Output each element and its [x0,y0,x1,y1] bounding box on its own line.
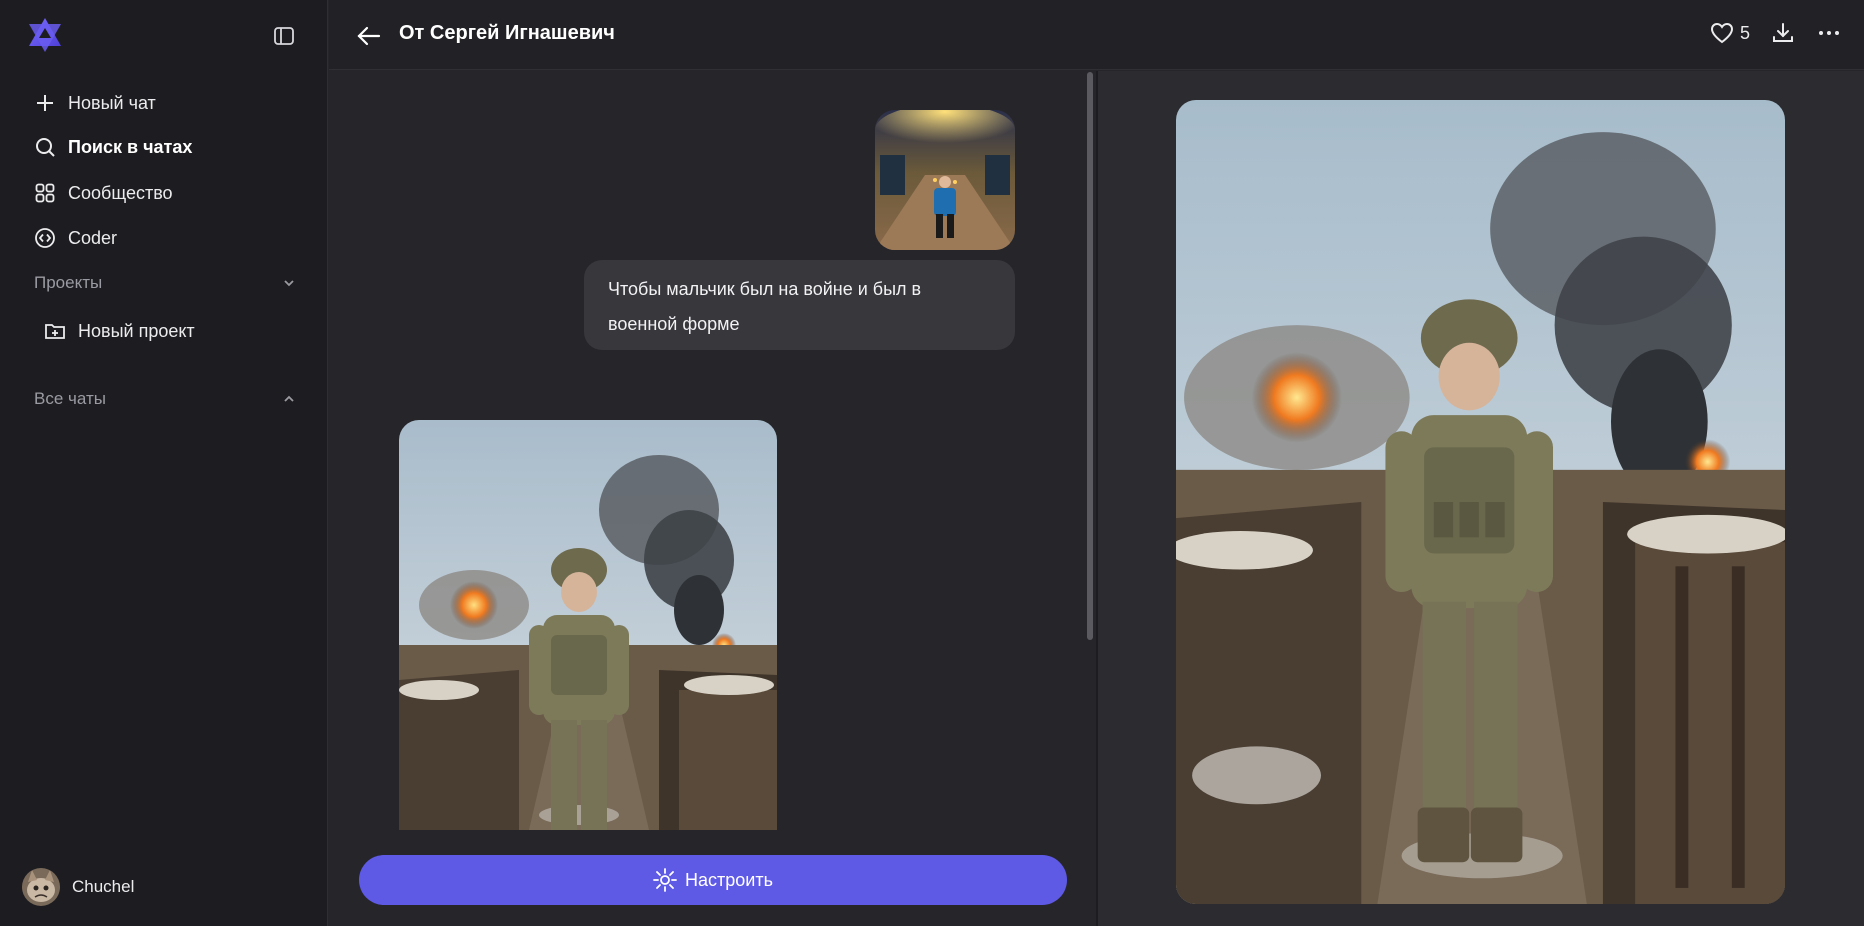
page-title: От Сергей Игнашевич [399,22,615,44]
generated-image-thumbnail[interactable] [399,420,777,830]
top-header: От Сергей Игнашевич 5 [329,0,1864,70]
plus-icon [34,92,56,114]
chevron-down-icon [282,276,296,290]
sidebar: Новый чат Поиск в чатах Сообщество Coder… [0,0,328,926]
message-text: Чтобы мальчик был на войне и был в военн… [608,279,922,334]
heart-icon [1710,22,1734,44]
code-icon [34,227,56,249]
header-actions: 5 [1710,20,1842,46]
new-project-label: Новый проект [78,320,195,341]
all-chats-section-toggle[interactable]: Все чаты [34,384,296,414]
user-name: Chuchel [72,877,135,896]
sidebar-item-community[interactable]: Сообщество [22,174,312,212]
sidebar-item-label: Поиск в чатах [68,136,193,157]
avatar [22,868,60,906]
new-project-button[interactable]: Новый проект [32,312,312,350]
user-profile[interactable]: Chuchel [22,866,134,908]
user-uploaded-image[interactable] [875,110,1015,250]
download-icon[interactable] [1770,20,1796,46]
customize-button-label: Настроить [685,869,773,890]
all-chats-section-label: Все чаты [34,389,106,408]
sidebar-item-search-chats[interactable]: Поиск в чатах [22,128,312,166]
sidebar-item-coder[interactable]: Coder [22,219,312,257]
chat-scrollbar[interactable] [1087,72,1093,640]
sparkle-icon [653,868,677,892]
sidebar-item-label: Новый чат [68,92,156,113]
generated-image-preview[interactable] [1176,100,1785,904]
grid-icon [34,182,56,204]
projects-section-toggle[interactable]: Проекты [34,268,296,298]
folder-plus-icon [44,320,66,342]
like-button[interactable]: 5 [1710,22,1750,44]
more-options-icon[interactable] [1816,20,1842,46]
sidebar-item-new-chat[interactable]: Новый чат [22,84,312,122]
projects-section-label: Проекты [34,273,103,292]
sidebar-item-label: Сообщество [68,182,173,203]
customize-button[interactable]: Настроить [359,855,1067,905]
like-count: 5 [1739,22,1750,43]
search-icon [34,136,56,158]
sidebar-item-label: Coder [68,227,118,248]
user-message-bubble: Чтобы мальчик был на войне и был в военн… [584,260,1015,350]
sidebar-toggle-icon[interactable] [272,24,296,48]
back-arrow-icon[interactable] [355,22,383,50]
chevron-up-icon [282,392,296,406]
app-logo-icon[interactable] [26,16,64,54]
